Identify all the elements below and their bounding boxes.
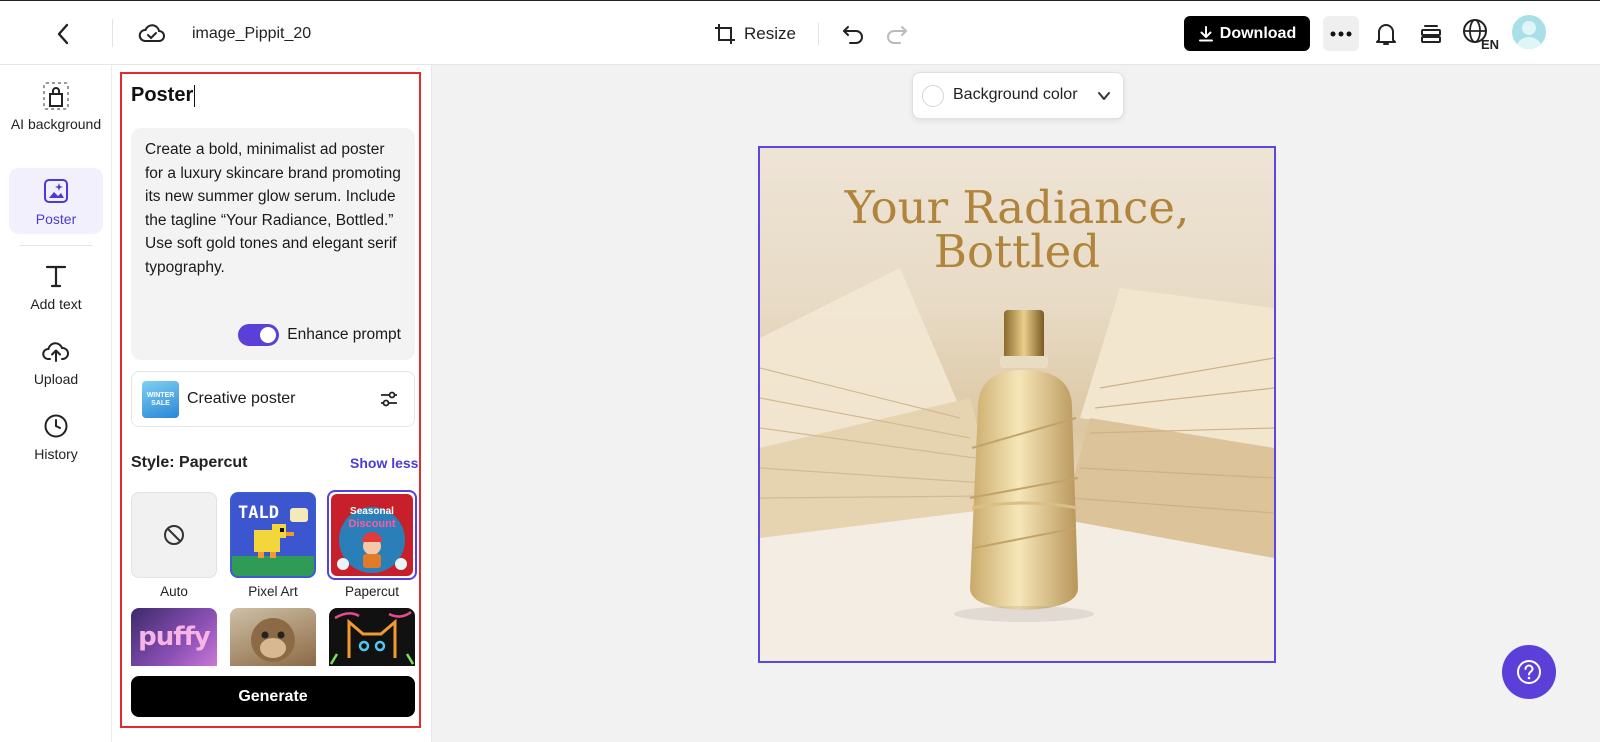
rail-divider (20, 245, 92, 246)
rail-item-history[interactable]: History (9, 411, 103, 467)
resize-button[interactable]: Resize (714, 17, 796, 51)
language-button[interactable]: EN (1462, 15, 1502, 53)
poster-canvas[interactable]: Your Radiance, Bottled (758, 146, 1276, 663)
thumb-text: TALD (238, 503, 279, 523)
style-tile-auto[interactable] (131, 492, 217, 578)
avatar[interactable] (1512, 15, 1546, 49)
redo-button[interactable] (880, 17, 914, 51)
background-color-dropdown[interactable]: Background color (912, 72, 1124, 119)
show-less-link[interactable]: Show less (350, 455, 418, 471)
undo-icon (843, 26, 863, 44)
poster-icon (43, 176, 69, 206)
papercut-thumbnail: Seasonal Discount (331, 494, 413, 576)
text-icon (45, 261, 67, 291)
language-badge: EN (1481, 37, 1499, 51)
bell-icon (1376, 24, 1396, 45)
rail-item-poster[interactable]: Poster (9, 168, 103, 234)
thumb-text: Discount (348, 518, 395, 530)
text-caret (194, 84, 196, 107)
more-options-button[interactable] (1323, 16, 1359, 51)
help-icon (1517, 660, 1541, 684)
style-heading: Style: Papercut (131, 454, 248, 471)
thumb-text: WINTER (146, 391, 175, 399)
generate-button[interactable]: Generate (131, 676, 415, 717)
prompt-box[interactable]: Create a bold, minimalist ad poster for … (131, 128, 415, 360)
headline-line: Your Radiance, (844, 181, 1190, 234)
color-swatch (922, 85, 944, 107)
headline-line: Bottled (933, 225, 1101, 278)
cloud-save-button[interactable] (134, 16, 170, 52)
download-button[interactable]: Download (1184, 16, 1310, 51)
layers-icon (1421, 25, 1441, 43)
rail-item-upload[interactable]: Upload (9, 336, 103, 392)
rail-item-add-text[interactable]: Add text (9, 261, 103, 317)
resize-icon (715, 24, 735, 44)
upload-icon (42, 336, 70, 366)
chevron-down-icon (1098, 92, 1110, 100)
rail-item-label: AI background (10, 116, 102, 132)
panel-title-text: Poster (131, 84, 194, 106)
file-name[interactable]: image_Pippit_20 (192, 21, 311, 47)
style-tile-puffy[interactable]: puffy (131, 608, 217, 666)
undo-button[interactable] (836, 17, 870, 51)
thumb-text: Seasonal (350, 506, 394, 517)
more-dots-icon (1330, 31, 1352, 36)
style-label-pixel-art: Pixel Art (248, 584, 298, 599)
creative-poster-selector[interactable]: WINTER SALE Creative poster (131, 371, 415, 427)
back-button[interactable] (46, 17, 80, 51)
enhance-label: Enhance prompt (287, 326, 401, 343)
pixel-art-thumbnail: TALD (232, 494, 314, 576)
style-tile-clay[interactable] (230, 608, 316, 666)
enhance-toggle[interactable] (238, 324, 280, 346)
creative-poster-label: Creative poster (187, 390, 296, 407)
download-icon (1198, 25, 1213, 41)
style-tile-neon[interactable] (329, 608, 415, 666)
background-color-label: Background color (953, 86, 1078, 103)
download-label: Download (1219, 24, 1297, 42)
ai-background-icon (43, 81, 69, 111)
creative-poster-thumbnail: WINTER SALE (142, 381, 179, 418)
style-label-auto: Auto (160, 584, 188, 599)
enhance-prompt-toggle-row[interactable]: Enhance prompt (238, 324, 401, 346)
style-tile-pixel-art[interactable]: TALD (230, 492, 316, 578)
top-bar: image_Pippit_20 Resize Download EN (0, 0, 1600, 65)
style-tile-papercut[interactable]: Seasonal Discount (327, 490, 417, 580)
redo-icon (887, 26, 907, 44)
neon-cat-thumbnail (329, 610, 415, 665)
panel-title[interactable]: Poster (131, 84, 196, 107)
style-label-papercut: Papercut (344, 584, 400, 599)
tool-rail: AI background Poster Add text Upload His… (0, 65, 112, 742)
poster-headline[interactable]: Your Radiance, Bottled (760, 181, 1274, 278)
thumb-text: SALE (151, 399, 170, 407)
prompt-textarea[interactable]: Create a bold, minimalist ad poster for … (145, 138, 405, 280)
rail-item-ai-background[interactable]: AI background (9, 81, 103, 153)
clay-thumbnail (251, 618, 295, 662)
rail-item-label: History (34, 446, 78, 462)
help-button[interactable] (1502, 645, 1556, 699)
cloud-check-icon (138, 24, 165, 42)
chevron-left-icon (57, 23, 69, 45)
history-icon (43, 411, 69, 441)
user-avatar-icon (1516, 21, 1542, 49)
globe-icon: EN (1463, 19, 1499, 51)
sliders-icon (381, 391, 397, 407)
rail-item-label: Upload (33, 371, 79, 387)
rail-item-label: Poster (35, 211, 77, 227)
poster-settings-button[interactable] (378, 388, 400, 410)
resize-label: Resize (744, 24, 796, 43)
divider (818, 23, 819, 45)
notifications-button[interactable] (1368, 16, 1404, 52)
no-style-icon (164, 525, 184, 545)
rail-item-label: Add text (30, 296, 82, 312)
thumb-text: puffy (138, 622, 211, 652)
divider (112, 19, 113, 47)
layers-button[interactable] (1413, 16, 1449, 52)
